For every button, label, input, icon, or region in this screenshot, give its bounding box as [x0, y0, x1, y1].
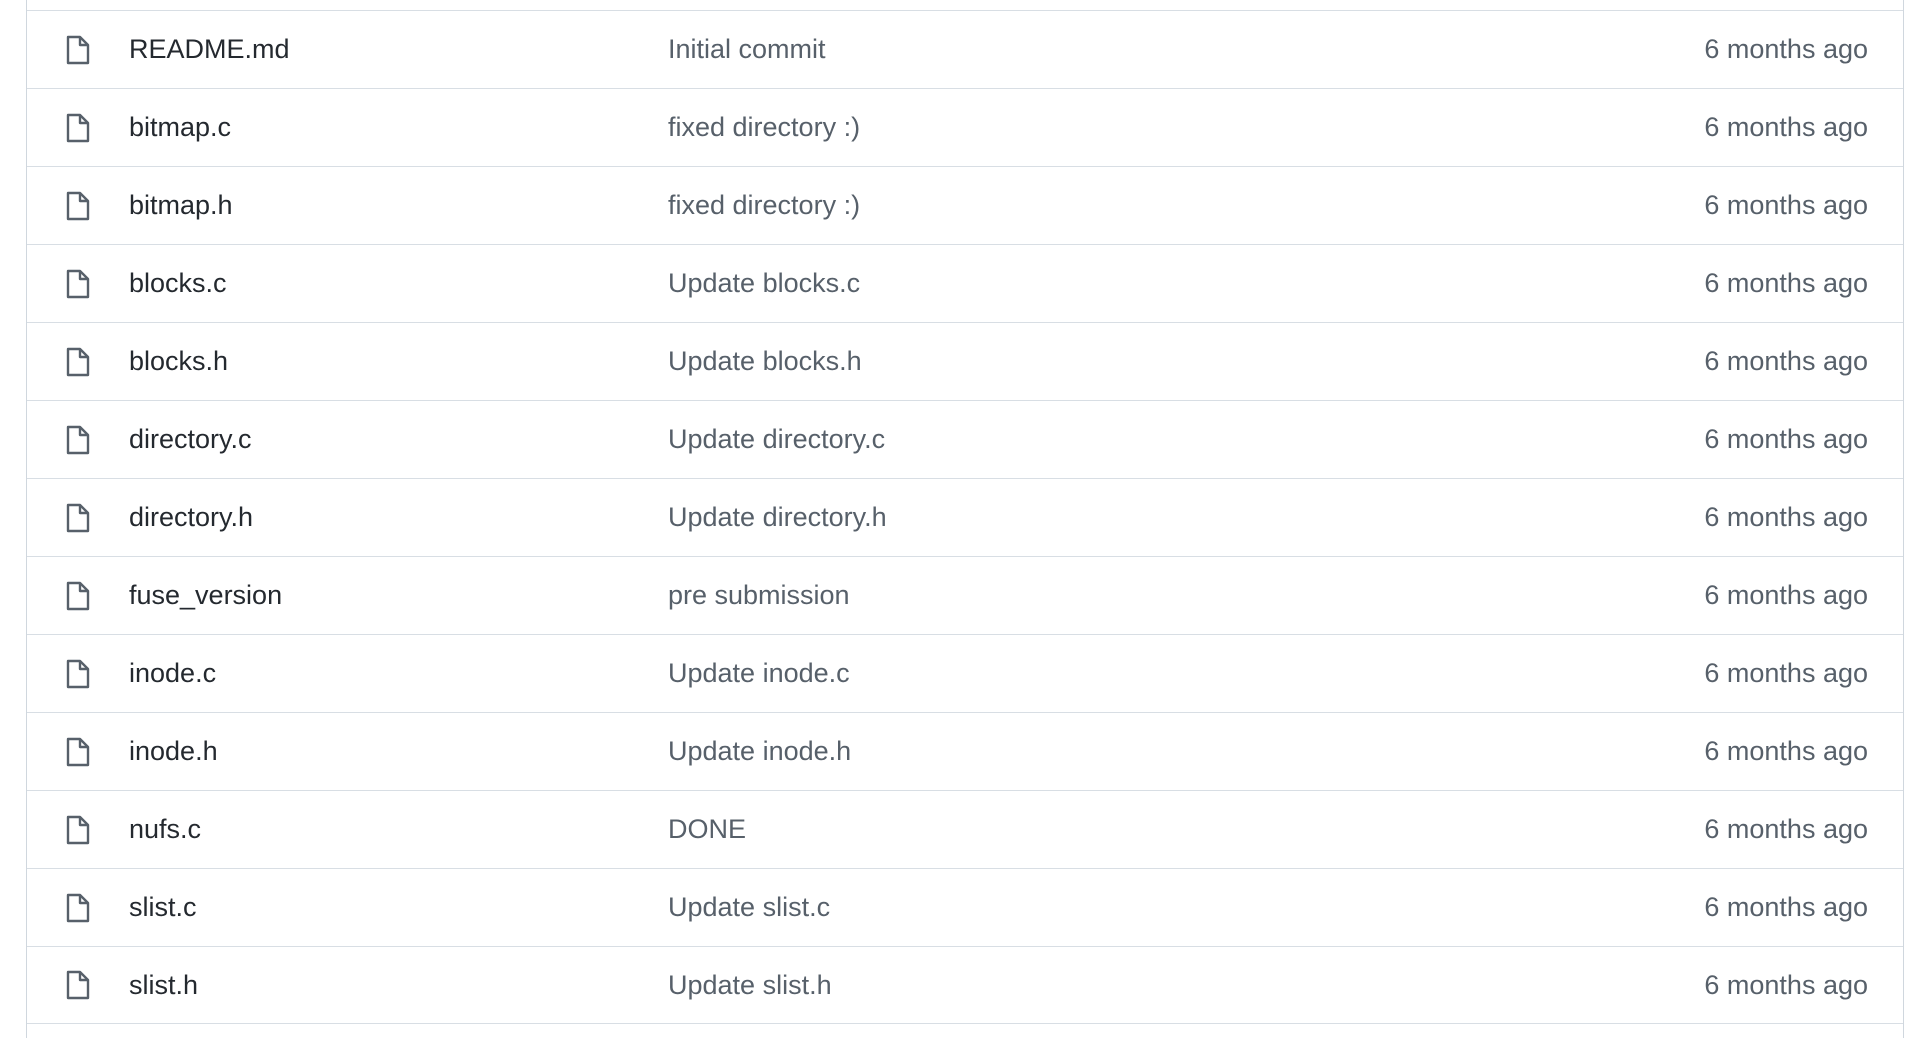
file-name-link[interactable]: slist.h — [129, 971, 198, 999]
file-name-link[interactable]: bitmap.h — [129, 192, 233, 219]
commit-message-link[interactable]: Update blocks.c — [668, 270, 860, 297]
commit-message-link[interactable]: Update blocks.h — [668, 348, 862, 375]
file-name-link[interactable]: slist.c — [129, 894, 197, 921]
file-name-link[interactable]: bitmap.c — [129, 114, 231, 141]
file-row[interactable]: nufs.c DONE 6 months ago — [27, 790, 1903, 868]
commit-age: 6 months ago — [1704, 658, 1868, 688]
commit-age: 6 months ago — [1704, 969, 1868, 1000]
commit-message-link[interactable]: Update slist.h — [668, 971, 832, 999]
file-row[interactable]: inode.c Update inode.c 6 months ago — [27, 634, 1903, 712]
file-name-link[interactable]: fuse_version — [129, 582, 282, 609]
file-icon — [63, 815, 93, 845]
file-icon — [63, 970, 93, 1000]
commit-age: 6 months ago — [1704, 736, 1868, 766]
commit-age: 6 months ago — [1704, 112, 1868, 142]
file-row[interactable]: blocks.c Update blocks.c 6 months ago — [27, 244, 1903, 322]
file-name-link[interactable]: directory.c — [129, 426, 252, 453]
commit-message-link[interactable]: pre submission — [668, 582, 850, 609]
file-name-link[interactable]: blocks.h — [129, 348, 228, 375]
file-name-link[interactable]: inode.c — [129, 660, 216, 687]
file-name-link[interactable]: README.md — [129, 36, 290, 63]
file-row[interactable]: bitmap.h fixed directory :) 6 months ago — [27, 166, 1903, 244]
file-name-link[interactable]: nufs.c — [129, 816, 201, 843]
commit-message-link[interactable]: Update inode.h — [668, 738, 851, 765]
commit-age: 6 months ago — [1704, 34, 1868, 64]
commit-age: 6 months ago — [1704, 190, 1868, 220]
commit-message-link[interactable]: fixed directory :) — [668, 192, 860, 219]
commit-message-link[interactable]: fixed directory :) — [668, 114, 860, 141]
commit-age: 6 months ago — [1704, 580, 1868, 610]
file-icon — [63, 269, 93, 299]
file-icon — [63, 113, 93, 143]
file-row[interactable]: inode.h Update inode.h 6 months ago — [27, 712, 1903, 790]
commit-message-link[interactable]: Update slist.c — [668, 894, 830, 921]
file-name-link[interactable]: inode.h — [129, 738, 218, 765]
file-row[interactable]: bitmap.c fixed directory :) 6 months ago — [27, 88, 1903, 166]
file-icon — [63, 35, 93, 65]
file-row[interactable]: directory.c Update directory.c 6 months … — [27, 400, 1903, 478]
file-icon — [63, 581, 93, 611]
file-icon — [63, 659, 93, 689]
file-name-link[interactable]: blocks.c — [129, 270, 227, 297]
commit-age: 6 months ago — [1704, 268, 1868, 298]
commit-age: 6 months ago — [1704, 346, 1868, 376]
commit-message-link[interactable]: Update directory.c — [668, 426, 885, 453]
commit-age: 6 months ago — [1704, 424, 1868, 454]
file-row[interactable]: directory.h Update directory.h 6 months … — [27, 478, 1903, 556]
commit-age: 6 months ago — [1704, 814, 1868, 844]
file-row[interactable]: slist.h Update slist.h 6 months ago — [27, 946, 1903, 1024]
file-row[interactable]: blocks.h Update blocks.h 6 months ago — [27, 322, 1903, 400]
file-icon — [63, 737, 93, 767]
commit-age: 6 months ago — [1704, 892, 1868, 922]
file-icon — [63, 191, 93, 221]
commit-message-link[interactable]: Update inode.c — [668, 660, 850, 687]
commit-message-link[interactable]: Initial commit — [668, 36, 826, 63]
file-icon — [63, 893, 93, 923]
file-icon — [63, 425, 93, 455]
file-name-link[interactable]: directory.h — [129, 504, 253, 531]
commit-message-link[interactable]: Update directory.h — [668, 504, 887, 531]
file-row[interactable]: README.md Initial commit 6 months ago — [27, 10, 1903, 88]
commit-message-link[interactable]: DONE — [668, 816, 746, 843]
file-icon — [63, 503, 93, 533]
file-row[interactable]: slist.c Update slist.c 6 months ago — [27, 868, 1903, 946]
file-icon — [63, 347, 93, 377]
commit-age: 6 months ago — [1704, 502, 1868, 532]
file-list: README.md Initial commit 6 months ago bi… — [26, 0, 1904, 1038]
file-row[interactable]: fuse_version pre submission 6 months ago — [27, 556, 1903, 634]
